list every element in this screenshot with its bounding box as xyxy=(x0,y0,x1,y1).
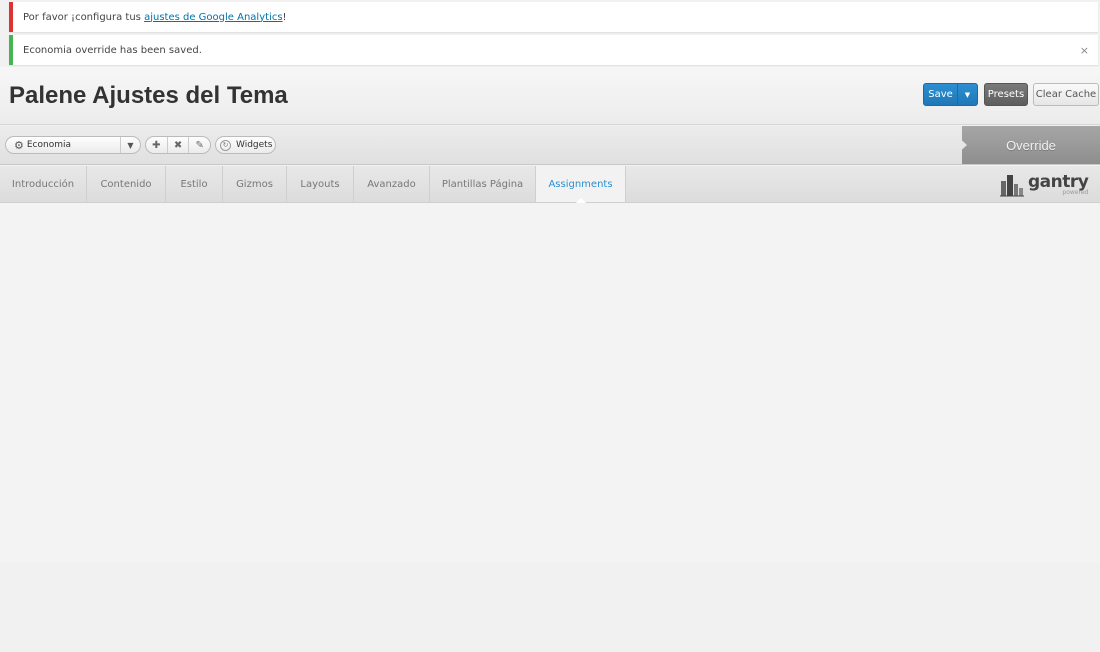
analytics-notice: Por favor ¡configura tus ajustes de Goog… xyxy=(9,2,1098,32)
tab-layouts[interactable]: Layouts xyxy=(287,166,354,202)
page-title: Palene Ajustes del Tema xyxy=(9,82,288,109)
clear-cache-button[interactable]: Clear Cache xyxy=(1033,83,1099,106)
tab-avanzado[interactable]: Avanzado xyxy=(354,166,430,202)
override-select[interactable]: ⚙ Economia ▼ xyxy=(5,136,141,154)
analytics-notice-suffix: ! xyxy=(282,11,287,23)
saved-notice: Economia override has been saved. × xyxy=(9,35,1098,65)
chevron-down-icon[interactable]: ▼ xyxy=(120,137,140,153)
edit-icon[interactable]: ✎ xyxy=(189,137,210,153)
tab-gizmos[interactable]: Gizmos xyxy=(223,166,287,202)
assignments-content-area xyxy=(0,203,1100,563)
override-tag: Override xyxy=(962,126,1100,164)
tab-introduccion[interactable]: Introducción xyxy=(0,166,87,202)
saved-notice-message: Economia override has been saved. xyxy=(23,44,202,56)
tab-plantillas-pagina[interactable]: Plantillas Página xyxy=(430,166,536,202)
gantry-logo-tagline: powered xyxy=(1062,189,1089,196)
tab-assignments[interactable]: Assignments xyxy=(536,166,626,203)
save-button[interactable]: Save ▼ xyxy=(923,83,978,106)
override-actions: ✚ ✖ ✎ xyxy=(145,136,211,154)
analytics-notice-prefix: Por favor ¡configura tus xyxy=(23,11,141,23)
gantry-logo: gantry powered xyxy=(1000,172,1092,198)
tab-contenido[interactable]: Contenido xyxy=(87,166,166,202)
analytics-settings-link[interactable]: ajustes de Google Analytics xyxy=(144,12,282,23)
tab-estilo[interactable]: Estilo xyxy=(166,166,223,202)
building-icon xyxy=(1000,175,1024,197)
dismiss-notice-button[interactable]: × xyxy=(1080,44,1089,57)
widgets-button-label: Widgets xyxy=(236,140,273,150)
add-icon[interactable]: ✚ xyxy=(146,137,168,153)
override-select-value: Economia xyxy=(26,140,72,150)
save-button-label[interactable]: Save xyxy=(924,84,957,105)
gear-icon: ⚙ xyxy=(14,138,24,152)
presets-button[interactable]: Presets xyxy=(984,83,1028,106)
widgets-icon: ↻ xyxy=(220,139,231,151)
delete-icon[interactable]: ✖ xyxy=(168,137,190,153)
widgets-button[interactable]: ↻ Widgets xyxy=(215,136,276,154)
save-dropdown-caret-icon[interactable]: ▼ xyxy=(957,84,977,105)
